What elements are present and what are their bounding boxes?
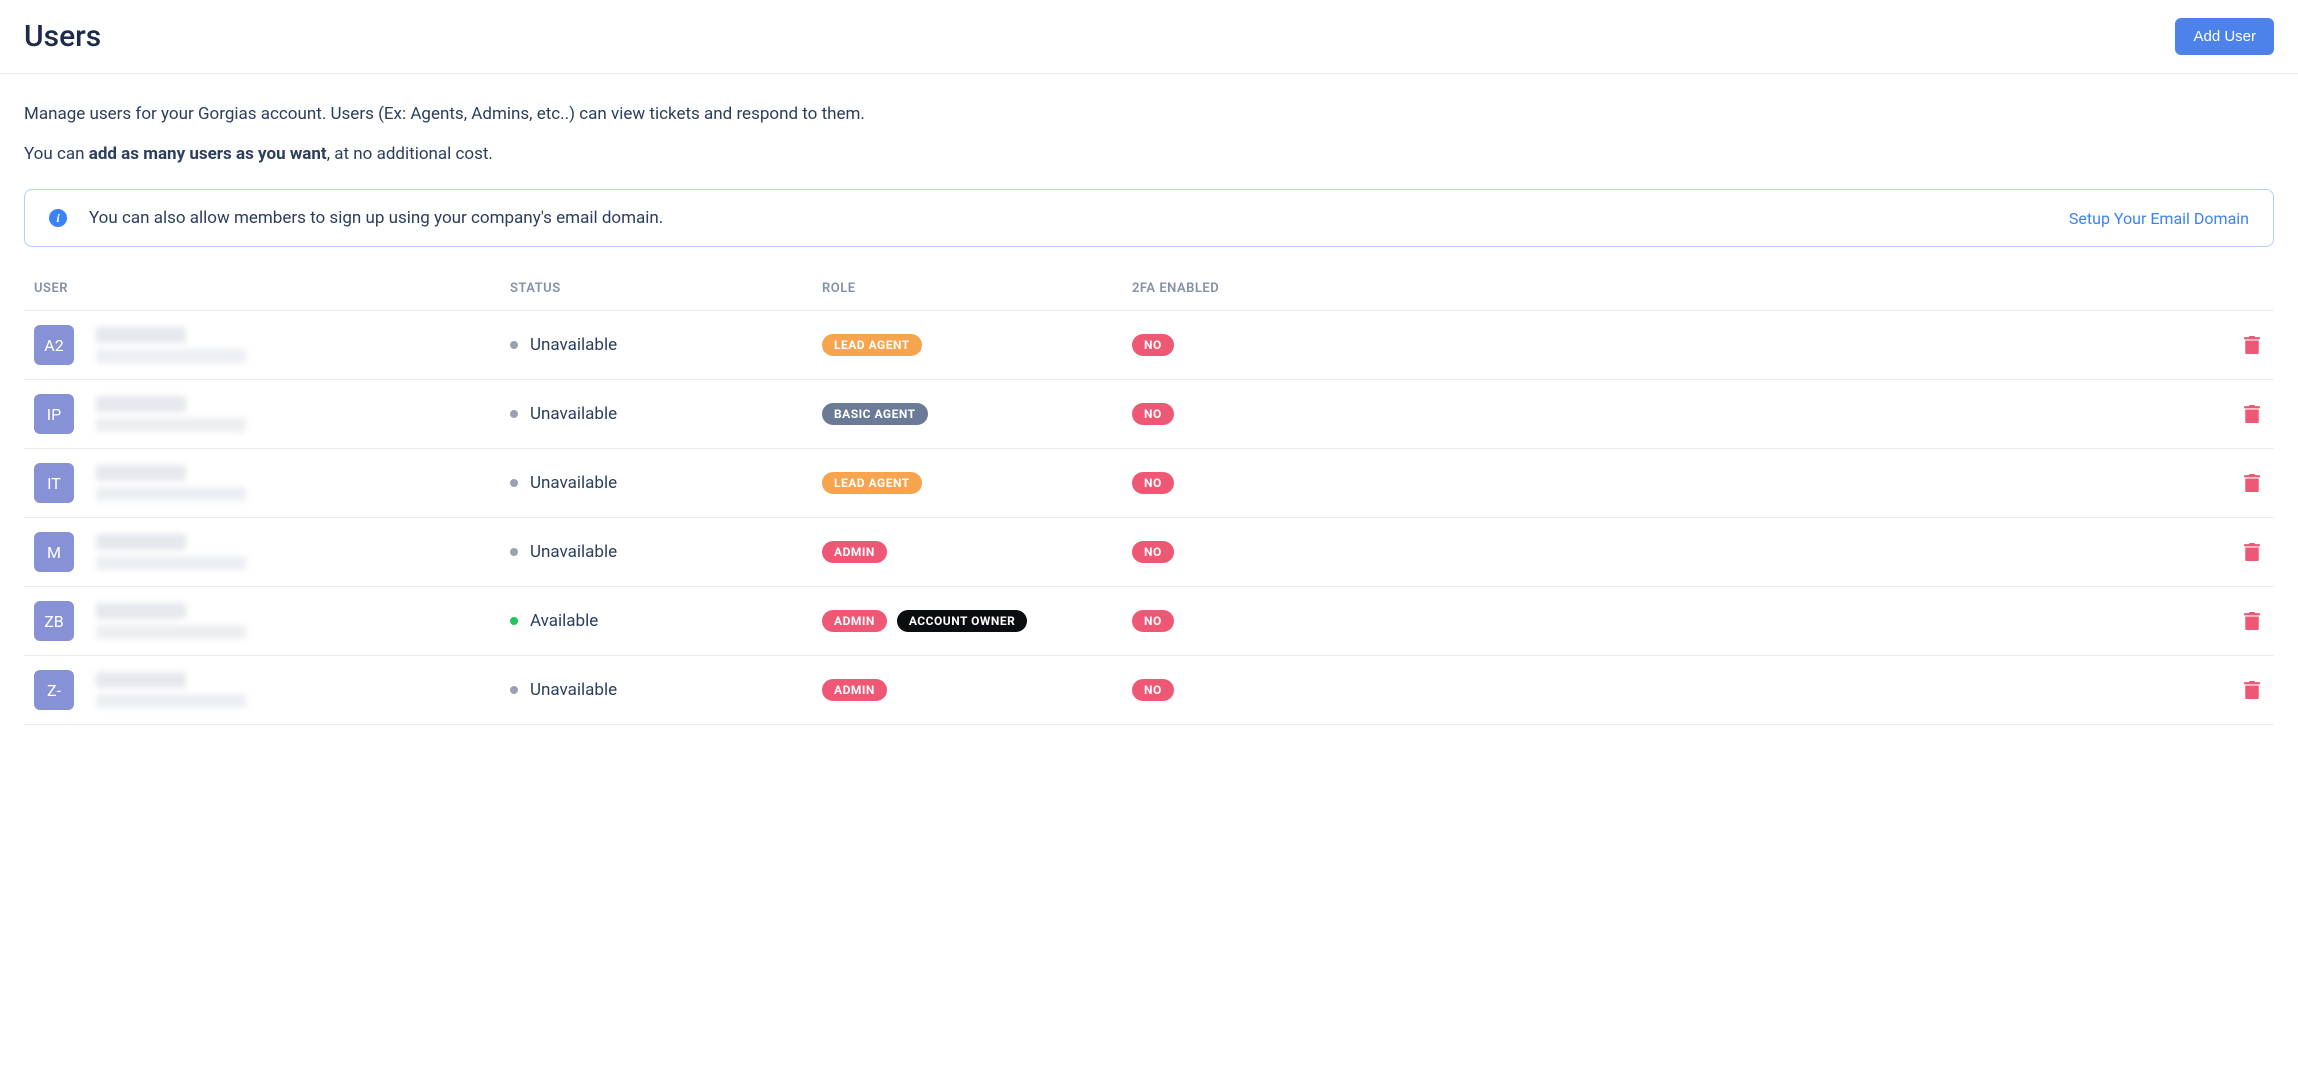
- avatar: IT: [34, 463, 74, 503]
- delete-user-button[interactable]: [2240, 401, 2264, 427]
- info-banner-left: i You can also allow members to sign up …: [49, 208, 663, 228]
- user-cell: IT: [34, 463, 510, 503]
- user-cell: M: [34, 532, 510, 572]
- info-banner-text: You can also allow members to sign up us…: [89, 208, 663, 228]
- user-cell: Z-: [34, 670, 510, 710]
- setup-email-domain-link[interactable]: Setup Your Email Domain: [2069, 209, 2249, 228]
- user-info-redacted: [96, 603, 246, 639]
- twofa-badge: NO: [1132, 403, 1174, 425]
- status-dot-icon: [510, 479, 518, 487]
- role-badge: ADMIN: [822, 679, 887, 701]
- user-cell: ZB: [34, 601, 510, 641]
- role-cell: BASIC AGENT: [822, 403, 1132, 425]
- table-row[interactable]: M Unavailable ADMIN NO: [24, 517, 2274, 586]
- role-cell: LEAD AGENT: [822, 472, 1132, 494]
- description-suffix: , at no additional cost.: [327, 144, 493, 164]
- status-text: Unavailable: [530, 542, 617, 562]
- user-info-redacted: [96, 534, 246, 570]
- table-row[interactable]: IP Unavailable BASIC AGENT NO: [24, 379, 2274, 448]
- role-badge: ACCOUNT OWNER: [897, 610, 1027, 632]
- status-dot-icon: [510, 617, 518, 625]
- twofa-badge: NO: [1132, 541, 1174, 563]
- add-user-button[interactable]: Add User: [2175, 18, 2274, 55]
- user-info-redacted: [96, 396, 246, 432]
- role-badge: BASIC AGENT: [822, 403, 928, 425]
- delete-user-button[interactable]: [2240, 332, 2264, 358]
- status-text: Unavailable: [530, 473, 617, 493]
- avatar: A2: [34, 325, 74, 365]
- delete-user-button[interactable]: [2240, 470, 2264, 496]
- trash-icon: [2244, 543, 2260, 561]
- trash-icon: [2244, 681, 2260, 699]
- page-title: Users: [24, 19, 101, 54]
- twofa-badge: NO: [1132, 610, 1174, 632]
- trash-icon: [2244, 612, 2260, 630]
- twofa-badge: NO: [1132, 334, 1174, 356]
- description-bold: add as many users as you want: [89, 144, 327, 164]
- user-cell: IP: [34, 394, 510, 434]
- trash-icon: [2244, 336, 2260, 354]
- info-banner: i You can also allow members to sign up …: [24, 189, 2274, 247]
- status-cell: Unavailable: [510, 335, 822, 355]
- status-dot-icon: [510, 341, 518, 349]
- column-header-role: ROLE: [822, 281, 1132, 296]
- table-header-row: USER STATUS ROLE 2FA ENABLED: [24, 267, 2274, 310]
- table-row[interactable]: Z- Unavailable ADMIN NO: [24, 655, 2274, 725]
- status-cell: Unavailable: [510, 473, 822, 493]
- column-header-2fa: 2FA ENABLED: [1132, 281, 2224, 296]
- table-row[interactable]: A2 Unavailable LEAD AGENT NO: [24, 310, 2274, 379]
- user-info-redacted: [96, 672, 246, 708]
- table-row[interactable]: ZB Available ADMIN ACCOUNT OWNER NO: [24, 586, 2274, 655]
- description-line-1: Manage users for your Gorgias account. U…: [24, 102, 2274, 128]
- table-row[interactable]: IT Unavailable LEAD AGENT NO: [24, 448, 2274, 517]
- status-text: Unavailable: [530, 404, 617, 424]
- status-cell: Available: [510, 611, 822, 631]
- trash-icon: [2244, 474, 2260, 492]
- page-header: Users Add User: [0, 0, 2298, 74]
- status-cell: Unavailable: [510, 542, 822, 562]
- delete-user-button[interactable]: [2240, 677, 2264, 703]
- status-text: Unavailable: [530, 335, 617, 355]
- trash-icon: [2244, 405, 2260, 423]
- user-info-redacted: [96, 465, 246, 501]
- user-info-redacted: [96, 327, 246, 363]
- column-header-action: [2224, 281, 2264, 296]
- role-badge: LEAD AGENT: [822, 472, 922, 494]
- description-prefix: You can: [24, 144, 89, 164]
- avatar: ZB: [34, 601, 74, 641]
- status-dot-icon: [510, 686, 518, 694]
- description-line-2: You can add as many users as you want, a…: [24, 142, 2274, 168]
- status-text: Available: [530, 611, 598, 631]
- status-text: Unavailable: [530, 680, 617, 700]
- avatar: M: [34, 532, 74, 572]
- role-badge: ADMIN: [822, 610, 887, 632]
- twofa-badge: NO: [1132, 679, 1174, 701]
- status-cell: Unavailable: [510, 680, 822, 700]
- status-dot-icon: [510, 410, 518, 418]
- twofa-badge: NO: [1132, 472, 1174, 494]
- user-cell: A2: [34, 325, 510, 365]
- page-content: Manage users for your Gorgias account. U…: [0, 74, 2298, 725]
- role-cell: ADMIN: [822, 541, 1132, 563]
- status-cell: Unavailable: [510, 404, 822, 424]
- column-header-user: USER: [34, 281, 510, 296]
- role-cell: ADMIN: [822, 679, 1132, 701]
- delete-user-button[interactable]: [2240, 539, 2264, 565]
- avatar: Z-: [34, 670, 74, 710]
- role-cell: ADMIN ACCOUNT OWNER: [822, 610, 1132, 632]
- role-badge: ADMIN: [822, 541, 887, 563]
- delete-user-button[interactable]: [2240, 608, 2264, 634]
- avatar: IP: [34, 394, 74, 434]
- info-icon: i: [49, 209, 67, 227]
- status-dot-icon: [510, 548, 518, 556]
- table-body: A2 Unavailable LEAD AGENT NO IP Unavailable BA…: [24, 310, 2274, 725]
- role-cell: LEAD AGENT: [822, 334, 1132, 356]
- column-header-status: STATUS: [510, 281, 822, 296]
- role-badge: LEAD AGENT: [822, 334, 922, 356]
